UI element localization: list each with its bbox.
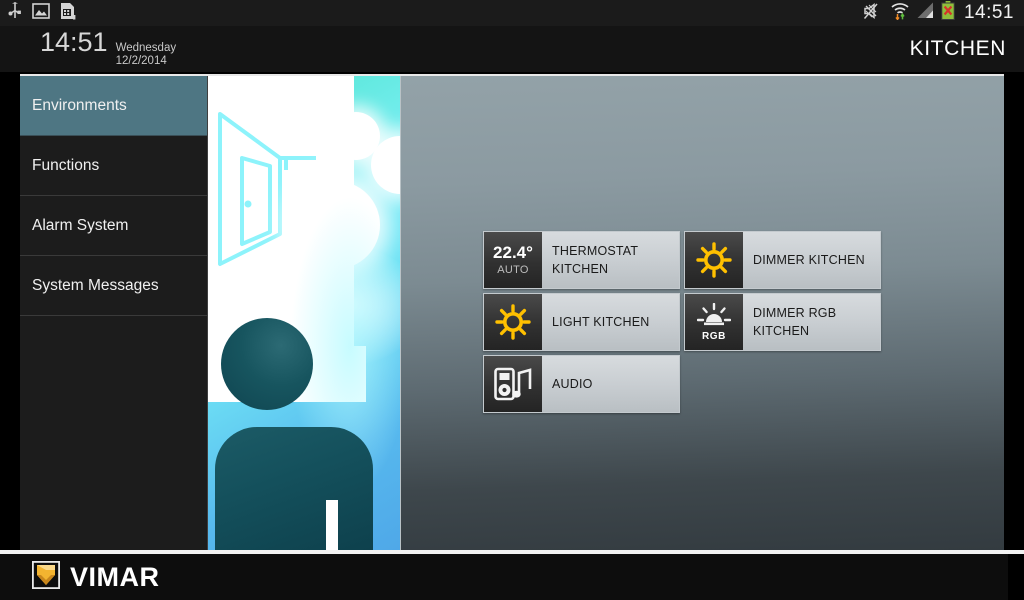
brand-block: VIMAR [0, 560, 160, 594]
app-root: 14:51 14:51 Wednesday 12/2/2014 KITCHEN … [0, 0, 1024, 600]
screenshot-image-icon [32, 2, 50, 25]
sidebar-menu: Environments Functions Alarm System Syst… [20, 76, 207, 550]
brand-name: VIMAR [70, 561, 160, 592]
environment-room-illustration [207, 76, 400, 550]
app-header: 14:51 Wednesday 12/2/2014 KITCHEN [0, 26, 1024, 72]
rgb-tag: RGB [701, 330, 727, 342]
light-bulb-on-icon [685, 232, 743, 288]
sidebar-item-alarm-system[interactable]: Alarm System [20, 196, 207, 256]
person-body-shape [215, 427, 373, 550]
tile-audio[interactable]: AUDIO [483, 355, 680, 413]
tile-label: THERMOSTAT KITCHEN [542, 232, 679, 288]
rgb-lamp-icon: RGB [685, 294, 743, 350]
mute-speaker-icon [863, 2, 883, 25]
tile-light-kitchen[interactable]: LIGHT KITCHEN [483, 293, 680, 351]
tile-label: AUDIO [542, 356, 679, 412]
header-clock-block: 14:51 Wednesday 12/2/2014 [0, 26, 177, 70]
tile-label: DIMMER RGB KITCHEN [743, 294, 880, 350]
footer-right-cap [1008, 554, 1024, 600]
sidebar-item-label: Functions [32, 156, 100, 174]
status-bar-clock: 14:51 [963, 2, 1014, 23]
tile-dimmer-rgb-kitchen[interactable]: RGB DIMMER RGB KITCHEN [684, 293, 881, 351]
thermostat-icon: 22.4° AUTO [484, 232, 542, 288]
status-bar-right-icons: 14:51 [863, 1, 1024, 25]
status-bar-left-icons [0, 1, 76, 25]
main-panel: 22.4° AUTO THERMOSTAT KITCHEN DIMMER KIT… [400, 76, 1004, 550]
sim-card-icon [60, 2, 76, 25]
light-bulb-on-icon [484, 294, 542, 350]
function-tile-grid: 22.4° AUTO THERMOSTAT KITCHEN DIMMER KIT… [483, 231, 881, 413]
app-footer: VIMAR [0, 550, 1024, 600]
tile-thermostat-kitchen[interactable]: 22.4° AUTO THERMOSTAT KITCHEN [483, 231, 680, 289]
tile-label: DIMMER KITCHEN [743, 232, 880, 288]
content-frame: Environments Functions Alarm System Syst… [20, 74, 1004, 550]
header-weekday: Wednesday [115, 41, 177, 54]
wifi-data-transfer-icon [890, 1, 910, 25]
header-time: 14:51 [40, 26, 108, 57]
tile-dimmer-kitchen[interactable]: DIMMER KITCHEN [684, 231, 881, 289]
page-title: KITCHEN [909, 37, 1006, 60]
person-leg-gap [326, 500, 338, 550]
person-head-shape [221, 318, 313, 410]
header-date-block: Wednesday 12/2/2014 [116, 42, 177, 70]
sidebar-item-label: System Messages [32, 276, 159, 294]
sidebar-item-system-messages[interactable]: System Messages [20, 256, 207, 316]
thermostat-temperature: 22.4° [493, 243, 533, 262]
sidebar-item-functions[interactable]: Functions [20, 136, 207, 196]
audio-player-icon [484, 356, 542, 412]
sidebar-item-label: Alarm System [32, 216, 129, 234]
cellular-signal-icon [917, 2, 934, 24]
body-area: Environments Functions Alarm System Syst… [0, 72, 1024, 550]
usb-icon [8, 1, 22, 25]
thermostat-mode: AUTO [497, 264, 529, 276]
vimar-shield-logo [31, 560, 61, 594]
header-date: 12/2/2014 [115, 54, 167, 67]
sidebar-item-environments[interactable]: Environments [20, 76, 207, 136]
tile-label: LIGHT KITCHEN [542, 294, 679, 350]
sidebar-item-label: Environments [32, 96, 127, 114]
battery-error-icon [941, 1, 955, 25]
android-status-bar: 14:51 [0, 0, 1024, 26]
